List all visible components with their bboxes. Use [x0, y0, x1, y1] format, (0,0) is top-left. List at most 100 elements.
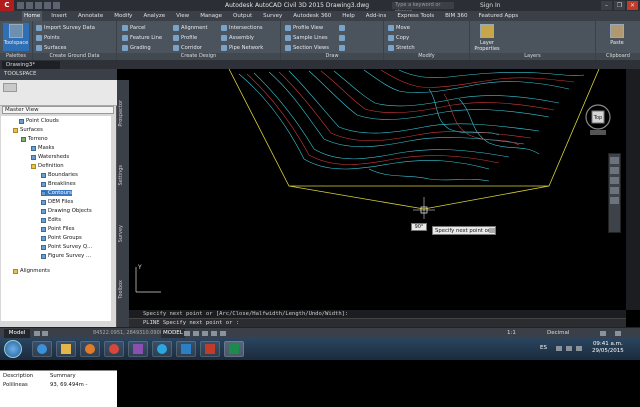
taskbar-app-5[interactable] — [128, 341, 148, 357]
undo-icon[interactable] — [44, 2, 51, 9]
showmotion-icon[interactable] — [610, 197, 619, 204]
document-tab-drawing3[interactable]: Drawing3* — [2, 61, 60, 69]
taskbar-explorer[interactable] — [56, 341, 76, 357]
close-icon[interactable]: ✕ — [627, 1, 638, 10]
taskbar-chrome[interactable] — [104, 341, 124, 357]
tree-node-boundaries[interactable]: Boundaries — [41, 172, 78, 178]
customize-icon[interactable] — [600, 331, 606, 336]
tree-node-drawing-objects[interactable]: Drawing Objects — [41, 208, 92, 214]
osnap-icon[interactable] — [220, 331, 226, 336]
move-button[interactable]: Move — [388, 25, 410, 31]
alignment-button[interactable]: Alignment — [173, 25, 208, 31]
import-survey-data-button[interactable]: Import Survey Data — [36, 25, 95, 31]
stretch-button[interactable]: Stretch — [388, 45, 415, 51]
redo-icon[interactable] — [53, 2, 60, 9]
tree-node-point-groups[interactable]: Point Groups — [41, 235, 82, 241]
polar-icon[interactable] — [211, 331, 217, 336]
taskbar-app-8[interactable] — [200, 341, 220, 357]
master-view-dropdown[interactable]: Master View — [2, 106, 114, 114]
tree-node-surfaces[interactable]: Surfaces — [13, 127, 43, 133]
parcel-button[interactable]: Parcel — [122, 25, 146, 31]
tab-settings[interactable]: Settings — [118, 165, 124, 186]
tree-node-point-clouds[interactable]: Point Clouds — [19, 118, 59, 124]
grid-icon[interactable] — [184, 331, 190, 336]
intersections-button[interactable]: Intersections — [221, 25, 263, 31]
snap-icon[interactable] — [193, 331, 199, 336]
ortho-icon[interactable] — [202, 331, 208, 336]
tree-node-alignments[interactable]: Alignments — [13, 268, 50, 274]
copy-button[interactable]: Copy — [388, 35, 409, 41]
taskbar-skype[interactable] — [152, 341, 172, 357]
app-menu-button[interactable]: C — [0, 0, 14, 11]
tray-arrow-icon[interactable] — [556, 346, 562, 351]
angle-input[interactable]: 90° — [411, 223, 427, 231]
tree-node-breaklines[interactable]: Breaklines — [41, 181, 76, 187]
tab-bim-360[interactable]: BIM 360 — [443, 11, 469, 21]
assembly-button[interactable]: Assembly — [221, 35, 254, 41]
model-space-button[interactable]: MODEL — [161, 329, 185, 338]
zoom-icon[interactable] — [610, 177, 619, 184]
new-icon[interactable] — [17, 2, 24, 9]
units-dropdown[interactable]: Decimal — [547, 330, 569, 336]
minimize-icon[interactable]: – — [601, 1, 612, 10]
viewcube[interactable]: Top — [584, 98, 612, 136]
language-indicator[interactable]: ES — [540, 345, 547, 351]
tab-manage[interactable]: Manage — [198, 11, 224, 21]
tree-node-watersheds[interactable]: Watersheds — [31, 154, 69, 160]
steering-wheel-icon[interactable] — [610, 157, 619, 164]
toolspace-button[interactable]: Toolspace — [3, 23, 29, 51]
tab-output[interactable]: Output — [231, 11, 254, 21]
circle-button[interactable] — [339, 45, 345, 51]
grid-cell-summary[interactable]: 93, 69.494m - — [50, 382, 87, 388]
restore-icon[interactable]: ❐ — [614, 1, 625, 10]
tab-help[interactable]: Help — [340, 11, 357, 21]
tab-home[interactable]: Home — [22, 11, 43, 21]
taskbar-media[interactable] — [80, 341, 100, 357]
tree-node-terreno[interactable]: Terreno — [21, 136, 48, 142]
tab-modify[interactable]: Modify — [112, 11, 134, 21]
command-line-input[interactable]: PLINE Specify next point or : — [129, 318, 626, 327]
points-button[interactable]: Points — [36, 35, 60, 41]
tab-add-ins[interactable]: Add-ins — [364, 11, 389, 21]
taskbar-civil3d[interactable] — [224, 341, 244, 357]
tree-node-contours[interactable]: Contours — [41, 190, 72, 196]
taskbar-autocad[interactable] — [176, 341, 196, 357]
model-tab[interactable]: Model — [4, 329, 30, 338]
tree-node-masks[interactable]: Masks — [31, 145, 54, 151]
tree-node-point-files[interactable]: Point Files — [41, 226, 74, 232]
open-icon[interactable] — [26, 2, 33, 9]
tab-view[interactable]: View — [174, 11, 191, 21]
tab-toolbox[interactable]: Toolbox — [118, 280, 124, 299]
fullscreen-icon[interactable] — [615, 331, 621, 336]
wcs-menu[interactable] — [590, 130, 606, 135]
tab-annotate[interactable]: Annotate — [76, 11, 105, 21]
tree-node-dem-files[interactable]: DEM Files — [41, 199, 73, 205]
tab-analyze[interactable]: Analyze — [141, 11, 167, 21]
start-button[interactable] — [4, 340, 22, 358]
tab-autodesk-360[interactable]: Autodesk 360 — [291, 11, 333, 21]
network-icon[interactable] — [566, 346, 572, 351]
taskbar-ie[interactable] — [32, 341, 52, 357]
clock[interactable]: 09:41 a.m. 29/05/2015 — [592, 341, 624, 355]
tree-node-figure-survey-queries[interactable]: Figure Survey ... — [41, 253, 91, 259]
pan-icon[interactable] — [610, 167, 619, 174]
tab-express-tools[interactable]: Express Tools — [395, 11, 436, 21]
tab-survey[interactable]: Survey — [261, 11, 284, 21]
save-icon[interactable] — [35, 2, 42, 9]
layout1-icon[interactable] — [34, 331, 40, 336]
surfaces-button[interactable]: Surfaces — [36, 45, 66, 51]
tree-node-definition[interactable]: Definition — [31, 163, 64, 169]
layout2-icon[interactable] — [42, 331, 48, 336]
grid-cell-description[interactable]: Polilineas — [3, 382, 28, 388]
search-input[interactable]: Type a keyword or phrase — [392, 2, 454, 15]
polyline-button[interactable] — [339, 35, 345, 41]
tab-survey[interactable]: Survey — [118, 225, 124, 242]
tab-prospector[interactable]: Prospector — [118, 100, 124, 127]
grading-button[interactable]: Grading — [122, 45, 151, 51]
section-views-button[interactable]: Section Views — [285, 45, 329, 51]
corridor-button[interactable]: Corridor — [173, 45, 202, 51]
pipe-network-button[interactable]: Pipe Network — [221, 45, 263, 51]
tab-insert[interactable]: Insert — [49, 11, 69, 21]
sample-lines-button[interactable]: Sample Lines — [285, 35, 328, 41]
tree-node-edits[interactable]: Edits — [41, 217, 61, 223]
